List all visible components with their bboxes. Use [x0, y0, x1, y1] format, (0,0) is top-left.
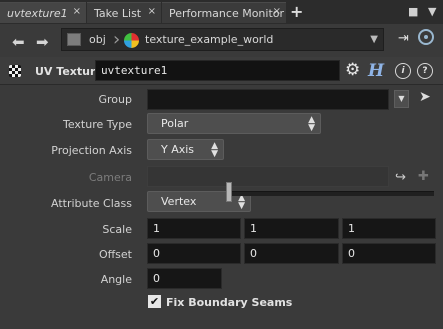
- node-name-field[interactable]: uvtexture1: [95, 60, 340, 81]
- help-h-icon[interactable]: H: [368, 61, 384, 81]
- texture-type-label: Texture Type: [62, 118, 132, 131]
- link-target-icon[interactable]: [418, 29, 434, 45]
- tab-uvtexture1[interactable]: uvtexture1 ×: [0, 2, 86, 23]
- fix-boundary-seams-label: Fix Boundary Seams: [166, 296, 293, 309]
- updown-arrow-icon: ▲ ▼: [211, 141, 218, 159]
- close-icon[interactable]: ×: [148, 6, 156, 17]
- scale-y-field[interactable]: 1: [244, 218, 339, 239]
- scale-z-field[interactable]: 1: [342, 218, 436, 239]
- chevron-down-icon[interactable]: ▼: [394, 90, 409, 108]
- uv-texture-node-icon: [9, 65, 21, 77]
- updown-arrow-icon: ▲ ▼: [308, 115, 315, 133]
- pin-icon[interactable]: ⇥: [398, 31, 409, 46]
- parameter-pane: Group ▼ ➤ Texture Type Polar ▲ ▼ Projecti…: [0, 85, 443, 329]
- info-icon[interactable]: i: [395, 63, 411, 79]
- angle-slider-track[interactable]: [230, 191, 434, 196]
- projection-axis-label: Projection Axis: [51, 144, 132, 157]
- group-label: Group: [98, 93, 133, 106]
- tab-label: Take List: [94, 6, 142, 20]
- chevron-down-icon[interactable]: ▼: [370, 34, 378, 45]
- geometry-node-icon: [124, 33, 139, 48]
- offset-y-field[interactable]: 0: [244, 243, 339, 264]
- attribute-class-value: Vertex: [161, 195, 197, 208]
- gear-icon[interactable]: ⚙: [345, 60, 360, 80]
- network-path[interactable]: obj › texture_example_world ▼: [61, 28, 384, 51]
- projection-axis-value: Y Axis: [161, 143, 195, 156]
- angle-slider-handle[interactable]: [226, 182, 232, 202]
- scale-x-field[interactable]: 1: [147, 218, 241, 239]
- forward-arrow-icon[interactable]: ➡: [36, 33, 49, 51]
- jump-to-operator-icon[interactable]: ↪: [395, 170, 406, 185]
- select-arrow-icon[interactable]: ➤: [419, 89, 431, 105]
- select-operator-icon[interactable]: ✚: [418, 169, 429, 184]
- offset-label: Offset: [98, 248, 132, 261]
- updown-arrow-icon: ▲ ▼: [238, 193, 245, 211]
- camera-field[interactable]: [147, 166, 389, 187]
- node-header: UV Texture uvtexture1 ⚙ H i ?: [0, 57, 443, 85]
- fix-boundary-seams-checkbox[interactable]: ✔: [148, 295, 161, 308]
- help-icon[interactable]: ?: [417, 63, 433, 79]
- close-icon[interactable]: ×: [273, 6, 281, 17]
- offset-z-field[interactable]: 0: [342, 243, 436, 264]
- path-bar: ⬅ ➡ obj › texture_example_world ▼ ⇥: [0, 25, 443, 55]
- projection-axis-menu[interactable]: Y Axis ▲ ▼: [147, 139, 224, 160]
- angle-label: Angle: [100, 273, 132, 286]
- window-menu-icon[interactable]: ■: [408, 5, 418, 18]
- tab-performance-monitor[interactable]: Performance Monitor ×: [162, 2, 286, 23]
- scale-label: Scale: [102, 223, 132, 236]
- camera-label: Camera: [88, 171, 132, 184]
- tab-take-list[interactable]: Take List ×: [87, 2, 161, 23]
- path-root[interactable]: obj: [89, 33, 106, 46]
- group-field[interactable]: [147, 89, 389, 110]
- offset-x-field[interactable]: 0: [147, 243, 241, 264]
- add-tab-icon[interactable]: +: [290, 2, 303, 21]
- path-node[interactable]: texture_example_world: [145, 33, 273, 46]
- path-separator-icon: ›: [113, 29, 121, 50]
- back-arrow-icon[interactable]: ⬅: [12, 33, 25, 51]
- angle-field[interactable]: 0: [147, 268, 222, 289]
- tab-bar: uvtexture1 × Take List × Performance Mon…: [0, 0, 443, 24]
- texture-type-menu[interactable]: Polar ▲ ▼: [147, 113, 321, 134]
- chevron-down-icon[interactable]: ▼: [428, 5, 436, 18]
- close-icon[interactable]: ×: [73, 6, 81, 17]
- attribute-class-label: Attribute Class: [50, 197, 132, 210]
- tab-label: Performance Monitor: [169, 6, 285, 20]
- tab-label: uvtexture1: [7, 6, 68, 20]
- node-type-label: UV Texture: [35, 65, 103, 78]
- obj-network-icon: [67, 33, 81, 46]
- texture-type-value: Polar: [161, 117, 189, 130]
